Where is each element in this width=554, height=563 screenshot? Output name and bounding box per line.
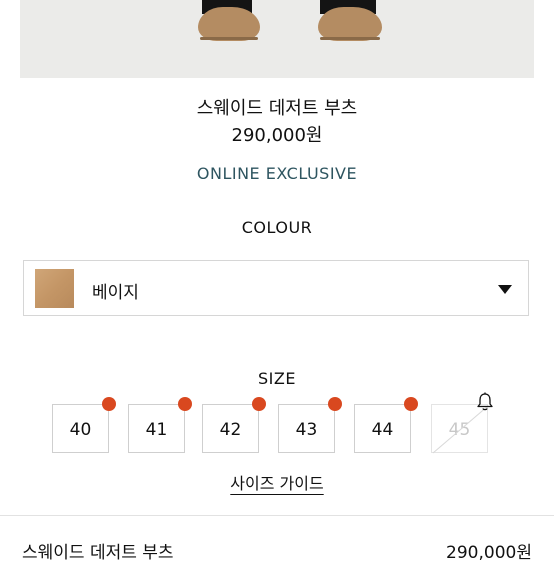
size-option-44[interactable]: 44 [354,397,418,453]
footer-product-name: 스웨이드 데저트 부츠 [22,543,174,563]
size-guide-link[interactable]: 사이즈 가이드 [230,474,323,493]
size-label: 41 [145,420,168,440]
sole-right [320,37,380,40]
size-option-40[interactable]: 40 [52,397,116,453]
sole-left [200,37,258,40]
availability-dot-icon [328,397,342,411]
shoe-left [198,7,260,41]
size-title: SIZE [258,369,296,388]
size-option-45[interactable]: 45 [431,392,493,454]
product-image [20,0,534,78]
colour-selected-value: 베이지 [92,283,139,303]
sold-out-strike [432,405,489,454]
size-option-43[interactable]: 43 [278,397,342,453]
shoe-right [318,7,382,41]
online-exclusive-badge: ONLINE EXCLUSIVE [196,164,358,183]
size-label: 40 [69,420,92,440]
bell-icon[interactable] [476,392,494,412]
product-price: 290,000원 [231,125,323,146]
size-guide: 사이즈 가이드 [0,470,554,494]
size-option-41[interactable]: 41 [128,397,192,453]
colour-swatch [35,269,74,308]
size-option-42[interactable]: 42 [202,397,266,453]
availability-dot-icon [404,397,418,411]
availability-dot-icon [102,397,116,411]
colour-title: COLOUR [241,218,313,237]
availability-dot-icon [178,397,192,411]
size-label: 44 [371,420,394,440]
chevron-down-icon[interactable] [498,285,512,294]
availability-dot-icon [252,397,266,411]
size-label: 42 [219,420,242,440]
product-name: 스웨이드 데저트 부츠 [196,98,358,119]
size-label: 43 [295,420,318,440]
footer-product-price: 290,000원 [446,543,532,563]
colour-dropdown[interactable]: 베이지 [23,260,529,316]
divider [0,515,554,516]
